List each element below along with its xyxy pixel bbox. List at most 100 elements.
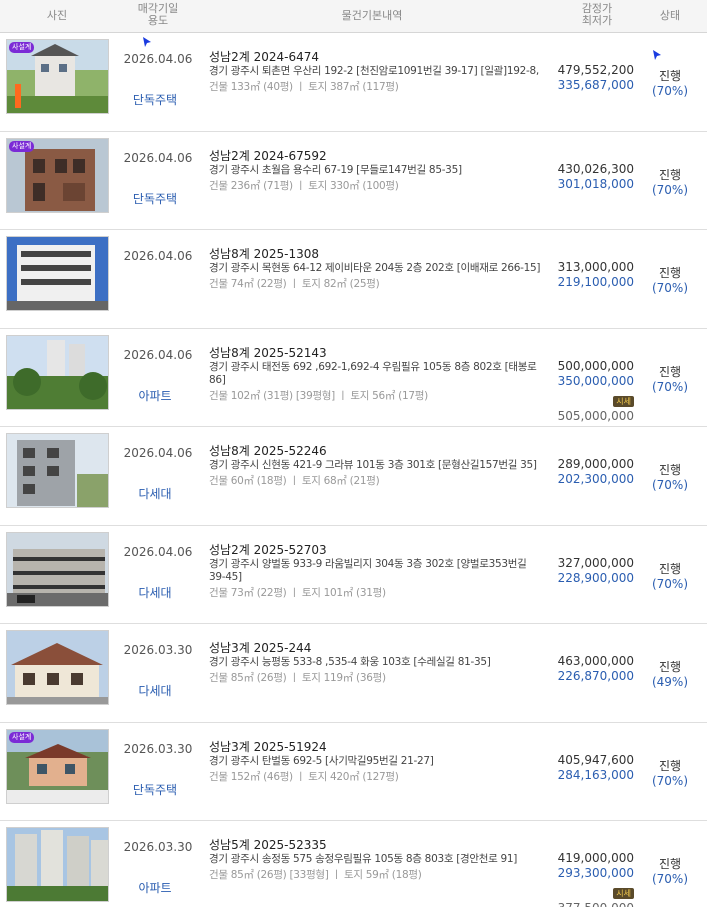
status-text: 진행 bbox=[658, 266, 682, 280]
status-rate: (70%) bbox=[651, 182, 689, 197]
minimum-price: 219,100,000 bbox=[557, 275, 634, 289]
minimum-price: 228,900,000 bbox=[557, 570, 634, 585]
property-photo[interactable] bbox=[6, 531, 109, 607]
appraised-price: 500,000,000 bbox=[557, 358, 634, 373]
property-info[interactable]: 성남8계 2025-1308 경기 광주시 목현동 64-12 제이비타운 20… bbox=[209, 247, 541, 291]
property-photo[interactable] bbox=[6, 630, 109, 705]
appraised-price: 405,947,600 bbox=[557, 752, 634, 767]
minimum-price: 301,018,000 bbox=[557, 176, 634, 191]
market-price: 505,000,000 bbox=[557, 408, 634, 423]
status-block: 진행 (70%) bbox=[640, 857, 700, 887]
case-number[interactable]: 성남3계 2025-244 bbox=[209, 641, 541, 656]
usage-link[interactable]: 다세대 bbox=[114, 584, 196, 601]
table-row[interactable]: 2026.04.06 아파트 성남8계 2025-52143 경기 광주시 태전… bbox=[0, 329, 707, 427]
area-size: 건물 152㎡ (46평) ㅣ 토지 420㎡ (127평) bbox=[209, 770, 399, 783]
property-info[interactable]: 성남3계 2025-244 경기 광주시 능평동 533-8 ,535-4 화웅… bbox=[209, 641, 541, 685]
table-row[interactable]: 2026.04.06 다세대 성남2계 2025-52703 경기 광주시 양벌… bbox=[0, 526, 707, 624]
sale-date: 2026.04.06 bbox=[123, 446, 193, 460]
property-photo[interactable] bbox=[6, 334, 109, 410]
case-number[interactable]: 성남5계 2025-52335 bbox=[209, 838, 541, 853]
appraised-price: 327,000,000 bbox=[557, 555, 634, 570]
area-size: 건물 133㎡ (40평) ㅣ 토지 387㎡ (117평) bbox=[209, 81, 399, 93]
property-info[interactable]: 성남2계 2024-6474 경기 광주시 퇴촌면 우산리 192-2 [천진암… bbox=[209, 50, 541, 94]
minimum-price: 284,163,000 bbox=[557, 767, 634, 782]
property-info[interactable]: 성남8계 2025-52246 경기 광주시 신현동 421-9 그라뷰 101… bbox=[209, 444, 541, 488]
table-row[interactable]: 사설계 2026.03.30 단독주택 성남3계 2025-51924 경기 광… bbox=[0, 723, 707, 821]
usage-link[interactable]: 아파트 bbox=[114, 387, 196, 404]
usage-link[interactable]: 다세대 bbox=[114, 485, 196, 502]
property-photo-image bbox=[7, 828, 108, 901]
address: 경기 광주시 태전동 692 ,692-1,692-4 우림필유 105동 8층… bbox=[209, 360, 537, 386]
status-text: 진행 bbox=[658, 167, 682, 182]
status-block: 진행 (70%) bbox=[640, 562, 700, 592]
property-info[interactable]: 성남3계 2025-51924 경기 광주시 탄벌동 692-5 [사기막길95… bbox=[209, 740, 541, 784]
price-block: 419,000,000 293,300,000 시세 377,500,000 bbox=[540, 851, 634, 907]
property-photo[interactable]: 사설계 bbox=[6, 39, 109, 114]
usage-link[interactable]: 단독주택 bbox=[114, 781, 196, 798]
price-block: 430,026,300 301,018,000 bbox=[540, 162, 634, 192]
property-info[interactable]: 성남2계 2024-67592 경기 광주시 초월읍 용수리 67-19 [무들… bbox=[209, 149, 541, 193]
price-block: 405,947,600 284,163,000 bbox=[540, 753, 634, 783]
property-photo[interactable] bbox=[6, 236, 109, 311]
area-size: 건물 85㎡ (26평) ㅣ 토지 119㎡ (36평) bbox=[209, 672, 386, 684]
price-block: 463,000,000 226,870,000 bbox=[540, 654, 634, 684]
status-block: 진행 (70%) bbox=[640, 69, 700, 99]
property-photo-image bbox=[7, 434, 108, 507]
status-block: 진행 (70%) bbox=[640, 463, 700, 493]
property-photo[interactable]: 사설계 bbox=[6, 137, 109, 213]
property-info[interactable]: 성남8계 2025-52143 경기 광주시 태전동 692 ,692-1,69… bbox=[209, 346, 541, 403]
case-number[interactable]: 성남8계 2025-1308 bbox=[209, 247, 541, 262]
table-row[interactable]: 2026.04.06 다세대 성남8계 2025-52246 경기 광주시 신현… bbox=[0, 427, 707, 526]
usage-link[interactable]: 아파트 bbox=[114, 879, 196, 896]
usage-link[interactable]: 다세대 bbox=[114, 682, 196, 699]
property-info[interactable]: 성남5계 2025-52335 경기 광주시 송정동 575 송정우림필유 10… bbox=[209, 838, 541, 882]
property-photo[interactable] bbox=[6, 827, 109, 902]
sale-date: 2026.04.06 bbox=[123, 544, 193, 559]
status-text: 진행 bbox=[658, 561, 682, 576]
mouse-pointer-icon bbox=[143, 37, 151, 47]
header-status: 상태 bbox=[659, 9, 681, 22]
case-number[interactable]: 성남2계 2025-52703 bbox=[209, 543, 541, 558]
private-badge: 사설계 bbox=[9, 140, 35, 152]
address: 경기 광주시 신현동 421-9 그라뷰 101동 3층 301호 [문형산길1… bbox=[209, 459, 537, 471]
sale-date: 2026.04.06 bbox=[123, 249, 193, 263]
area-size: 건물 236㎡ (71평) ㅣ 토지 330㎡ (100평) bbox=[209, 179, 399, 192]
case-number[interactable]: 성남8계 2025-52143 bbox=[209, 346, 541, 361]
area-size: 건물 85㎡ (26평) [33평형] ㅣ 토지 59㎡ (18평) bbox=[209, 869, 422, 881]
status-rate: (70%) bbox=[651, 478, 689, 492]
sale-date: 2026.04.06 bbox=[123, 347, 193, 362]
appraised-price: 463,000,000 bbox=[557, 654, 634, 668]
address: 경기 광주시 퇴촌면 우산리 192-2 [천진암로1091번길 39-17] … bbox=[209, 65, 539, 77]
table-row[interactable]: 2026.04.06 성남8계 2025-1308 경기 광주시 목현동 64-… bbox=[0, 230, 707, 329]
minimum-price: 226,870,000 bbox=[557, 669, 634, 683]
address: 경기 광주시 양벌동 933-9 라움빌리지 304동 3층 302호 [양벌로… bbox=[209, 557, 527, 583]
usage-link[interactable]: 단독주택 bbox=[114, 91, 196, 108]
sale-date: 2026.03.30 bbox=[123, 643, 193, 657]
private-badge: 사설계 bbox=[9, 42, 35, 53]
table-row[interactable]: 2026.03.30 아파트 성남5계 2025-52335 경기 광주시 송정… bbox=[0, 821, 707, 907]
table-row[interactable]: 사설계 2026.04.06 단독주택 성남2계 2024-6474 경기 광주… bbox=[0, 33, 707, 132]
case-number[interactable]: 성남3계 2025-51924 bbox=[209, 740, 541, 755]
property-info[interactable]: 성남2계 2025-52703 경기 광주시 양벌동 933-9 라움빌리지 3… bbox=[209, 543, 541, 600]
status-text: 진행 bbox=[658, 463, 682, 477]
address: 경기 광주시 목현동 64-12 제이비타운 204동 2층 202호 [이배재… bbox=[209, 262, 541, 274]
area-size: 건물 102㎡ (31평) [39평형] ㅣ 토지 56㎡ (17평) bbox=[209, 389, 428, 402]
auction-list-table: 사진 매각기일 용도 물건기본내역 감정가 최저가 상태 사설계 2026.04… bbox=[0, 0, 707, 907]
property-photo[interactable] bbox=[6, 433, 109, 508]
appraised-price: 419,000,000 bbox=[557, 851, 634, 865]
usage-link[interactable]: 단독주택 bbox=[114, 190, 196, 207]
case-number[interactable]: 성남2계 2024-67592 bbox=[209, 149, 541, 164]
status-block: 진행 (70%) bbox=[640, 266, 700, 296]
appraised-price: 313,000,000 bbox=[557, 260, 634, 274]
property-photo-image bbox=[7, 335, 108, 409]
table-row[interactable]: 2026.03.30 다세대 성남3계 2025-244 경기 광주시 능평동 … bbox=[0, 624, 707, 723]
property-photo[interactable]: 사설계 bbox=[6, 728, 109, 804]
market-price: 377,500,000 bbox=[540, 901, 634, 907]
case-number[interactable]: 성남8계 2025-52246 bbox=[209, 444, 541, 459]
case-number[interactable]: 성남2계 2024-6474 bbox=[209, 50, 541, 65]
table-row[interactable]: 사설계 2026.04.06 단독주택 성남2계 2024-67592 경기 광… bbox=[0, 132, 707, 230]
address: 경기 광주시 능평동 533-8 ,535-4 화웅 103호 [수레실길 81… bbox=[209, 656, 491, 668]
price-block: 313,000,000 219,100,000 bbox=[540, 260, 634, 290]
mouse-pointer-icon bbox=[653, 50, 661, 60]
status-rate: (70%) bbox=[651, 576, 689, 591]
